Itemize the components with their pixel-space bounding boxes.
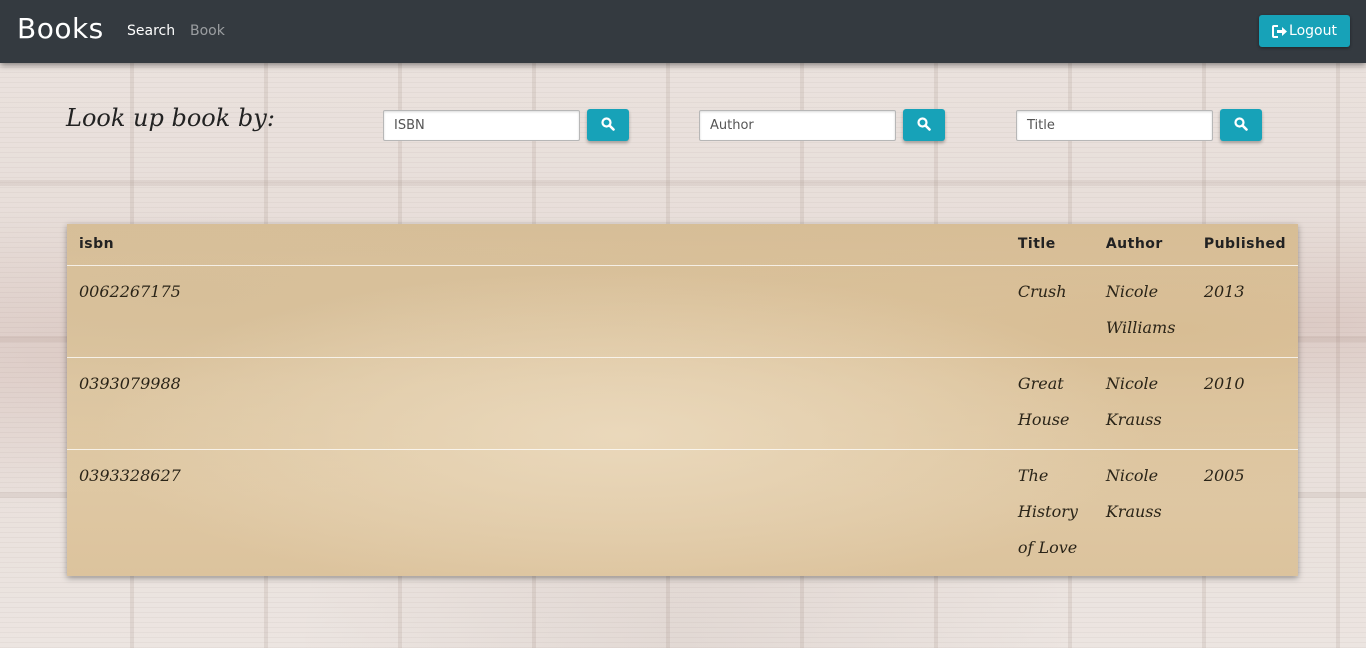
cell-isbn: 0062267175	[67, 265, 1006, 358]
cell-published: 2010	[1191, 357, 1298, 450]
isbn-search-button[interactable]	[587, 109, 629, 141]
table-row[interactable]: 0393079988 Great House Nicole Krauss 201…	[67, 357, 1298, 450]
books-table-card: isbn Title Author Published 0062267175 C…	[67, 224, 1298, 576]
cell-author: Nicole Krauss	[1105, 465, 1162, 521]
books-table: isbn Title Author Published 0062267175 C…	[67, 224, 1298, 575]
cell-author: Nicole Williams	[1093, 265, 1192, 358]
cell-author: Nicole Krauss	[1093, 357, 1192, 450]
search-icon	[1234, 116, 1248, 135]
isbn-search-input[interactable]: ISBN	[383, 110, 580, 141]
header-title: Title	[1005, 224, 1094, 266]
table-row[interactable]: 0393328627 The History of Love Nicole Kr…	[67, 449, 1298, 575]
cell-title: The History of Love	[1017, 465, 1078, 557]
nav-link-search[interactable]: Search	[127, 23, 175, 39]
brand-logo[interactable]: Books	[17, 12, 104, 45]
title-search-input[interactable]: Title	[1016, 110, 1213, 141]
cell-published: 2005	[1203, 465, 1245, 485]
header-published: Published	[1191, 224, 1298, 266]
title-search-button[interactable]	[1220, 109, 1262, 141]
logout-label: Logout	[1289, 23, 1337, 39]
author-search-input[interactable]: Author	[699, 110, 896, 141]
sign-out-icon	[1272, 24, 1288, 38]
cell-isbn: 0393079988	[67, 357, 1006, 450]
header-author: Author	[1093, 224, 1192, 266]
navbar: Books Search Book Logout	[0, 0, 1366, 63]
author-search-button[interactable]	[903, 109, 945, 141]
search-icon	[601, 116, 615, 135]
header-isbn: isbn	[67, 224, 1006, 266]
search-icon	[917, 116, 931, 135]
cell-published: 2013	[1191, 265, 1298, 358]
logout-button[interactable]: Logout	[1259, 15, 1350, 47]
cell-isbn: 0393328627	[79, 465, 181, 485]
table-header-row: isbn Title Author Published	[67, 224, 1298, 266]
cell-title: Great House	[1005, 357, 1094, 450]
cell-title: Crush	[1005, 265, 1094, 358]
nav-link-book[interactable]: Book	[190, 23, 225, 39]
table-row[interactable]: 0062267175 Crush Nicole Williams 2013	[67, 265, 1298, 358]
lookup-label: Look up book by:	[66, 104, 275, 132]
